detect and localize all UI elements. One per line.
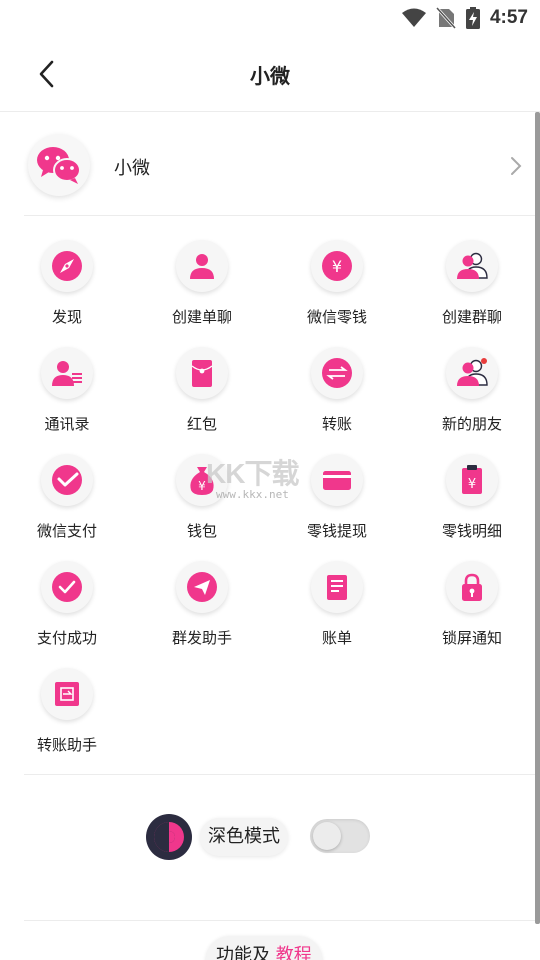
grid-item-label: 发现	[51, 308, 82, 326]
status-time: 4:57	[489, 7, 528, 28]
grid-item-wechat-change[interactable]: ¥ 微信零钱	[286, 240, 386, 340]
wechat-logo-icon	[37, 147, 81, 184]
tutorial-text: 功能及	[216, 945, 270, 960]
grid-item-label: 锁屏通知	[441, 629, 502, 647]
dark-mode-label: 深色模式	[200, 818, 288, 856]
check-circle-icon	[41, 561, 93, 613]
grid-item-broadcast-assistant[interactable]: 群发助手	[151, 561, 251, 661]
grid-item-withdraw[interactable]: 零钱提现	[286, 454, 386, 554]
divider	[24, 774, 540, 775]
status-bar: 4:57	[0, 0, 540, 36]
money-bag-icon: ¥	[176, 454, 228, 506]
grid-item-contacts[interactable]: 通讯录	[16, 347, 116, 447]
bill-icon	[311, 561, 363, 613]
chevron-right-icon	[511, 157, 522, 175]
tutorial-button[interactable]: 功能及 教程	[206, 936, 322, 960]
profile-row[interactable]: 小微	[24, 130, 540, 216]
grid-item-change-details[interactable]: ¥ 零钱明细	[421, 454, 521, 554]
dark-mode-toggle[interactable]	[310, 819, 370, 853]
grid-item-discover[interactable]: 发现	[16, 240, 116, 340]
grid-item-pay-success[interactable]: 支付成功	[16, 561, 116, 661]
grid-item-wallet[interactable]: ¥ 钱包	[151, 454, 251, 554]
svg-text:¥: ¥	[468, 477, 476, 492]
person-icon	[176, 240, 228, 292]
compass-icon	[41, 240, 93, 292]
group-icon	[446, 240, 498, 292]
receipt-yuan-icon: ¥	[446, 454, 498, 506]
grid-item-label: 微信零钱	[306, 308, 367, 326]
lock-icon	[446, 561, 498, 613]
grid-item-new-friends[interactable]: 新的朋友	[421, 347, 521, 447]
red-envelope-icon	[176, 347, 228, 399]
transfer-icon	[311, 347, 363, 399]
dark-mode-row: 深色模式	[0, 812, 540, 862]
yuan-coin-icon: ¥	[311, 240, 363, 292]
grid-item-red-packet[interactable]: 红包	[151, 347, 251, 447]
status-icons: 4:57	[401, 6, 528, 30]
tutorial-accent-text: 教程	[275, 945, 312, 960]
grid-item-label: 新的朋友	[441, 415, 502, 433]
toggle-knob	[313, 822, 341, 850]
avatar	[28, 134, 90, 196]
wechat-pay-icon	[41, 454, 93, 506]
grid-item-label: 零钱明细	[441, 522, 502, 540]
card-icon	[311, 454, 363, 506]
profile-name: 小微	[114, 158, 150, 179]
grid-item-create-single-chat[interactable]: 创建单聊	[151, 240, 251, 340]
grid-item-transfer-assistant[interactable]: 转账助手	[16, 668, 116, 768]
grid-item-label: 转账助手	[36, 736, 97, 754]
new-friend-icon	[446, 347, 498, 399]
grid-item-label: 支付成功	[36, 629, 97, 647]
grid-item-label: 零钱提现	[306, 522, 367, 540]
transfer-assistant-icon	[41, 668, 93, 720]
dark-mode-icon	[146, 814, 192, 860]
grid-item-wechat-pay[interactable]: 微信支付	[16, 454, 116, 554]
svg-text:¥: ¥	[332, 257, 342, 276]
divider	[24, 920, 540, 921]
grid-item-label: 账单	[321, 629, 352, 647]
grid-item-label: 转账	[321, 415, 352, 433]
grid-item-bill[interactable]: 账单	[286, 561, 386, 661]
grid-item-label: 创建群聊	[441, 308, 502, 326]
send-icon	[176, 561, 228, 613]
scrollbar[interactable]	[535, 112, 540, 924]
battery-charging-icon	[465, 7, 480, 29]
svg-text:¥: ¥	[198, 479, 206, 493]
grid-item-label: 钱包	[186, 522, 217, 540]
grid-item-label: 通讯录	[44, 415, 90, 433]
contacts-icon	[41, 347, 93, 399]
wifi-icon	[401, 8, 426, 27]
no-sim-icon	[435, 7, 456, 29]
grid-item-transfer[interactable]: 转账	[286, 347, 386, 447]
grid-item-lockscreen-notify[interactable]: 锁屏通知	[421, 561, 521, 661]
grid-item-label: 红包	[186, 415, 217, 433]
grid-item-label: 群发助手	[171, 629, 232, 647]
grid-item-label: 创建单聊	[171, 308, 232, 326]
app-bar: 小微	[0, 36, 540, 112]
grid-item-create-group-chat[interactable]: 创建群聊	[421, 240, 521, 340]
page-title: 小微	[250, 64, 290, 88]
grid-item-label: 微信支付	[36, 522, 97, 540]
